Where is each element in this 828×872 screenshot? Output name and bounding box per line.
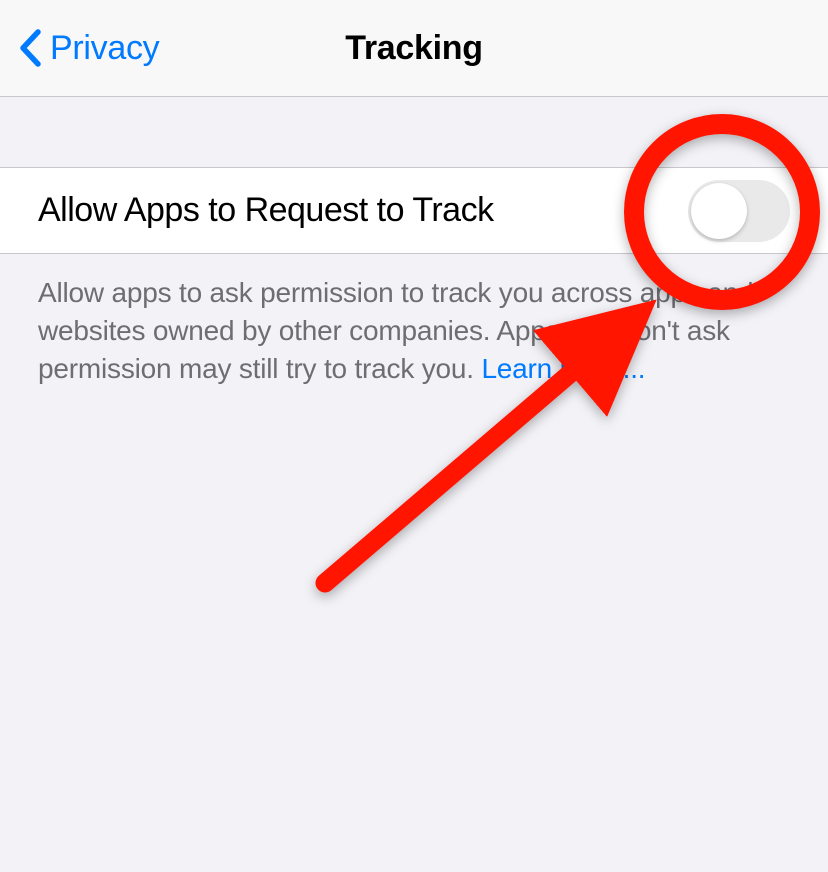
learn-more-link[interactable]: Learn more... (481, 353, 645, 384)
toggle-knob (691, 183, 747, 239)
navigation-bar: Privacy Tracking (0, 0, 828, 97)
back-label: Privacy (50, 29, 159, 68)
section-spacer (0, 97, 828, 167)
back-button[interactable]: Privacy (18, 29, 159, 68)
footer-text: Allow apps to ask permission to track yo… (38, 277, 753, 384)
allow-apps-to-track-toggle[interactable] (688, 180, 790, 242)
footer-description: Allow apps to ask permission to track yo… (0, 254, 828, 388)
allow-apps-to-track-row: Allow Apps to Request to Track (0, 167, 828, 254)
allow-apps-to-track-label: Allow Apps to Request to Track (38, 191, 494, 230)
chevron-left-icon (18, 29, 42, 67)
